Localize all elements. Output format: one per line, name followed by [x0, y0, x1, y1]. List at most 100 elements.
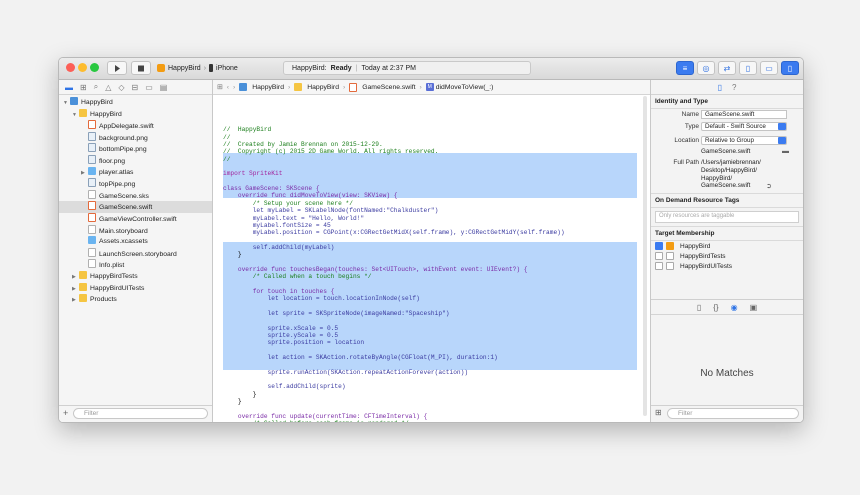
swift-icon — [88, 201, 96, 211]
standard-editor-button[interactable]: ≡ — [676, 61, 694, 75]
file-tree-label: GameViewController.swift — [99, 215, 177, 223]
file-tree-item[interactable]: LaunchScreen.storyboard — [59, 247, 212, 260]
minimize-window-button[interactable] — [78, 63, 87, 72]
back-icon[interactable]: ‹ — [227, 84, 229, 91]
folder-icon — [79, 282, 87, 291]
debug-icon[interactable]: ⊟ — [132, 83, 139, 92]
folder-icon[interactable]: ▬ — [65, 83, 73, 92]
file-tree-item[interactable]: Info.plist — [59, 259, 212, 271]
membership-label: HappyBirdTests — [680, 252, 726, 260]
code-line: override func update(currentTime: CFTime… — [223, 412, 428, 420]
folder-icon — [79, 294, 87, 303]
file-tree-item[interactable]: Main.storyboard — [59, 224, 212, 237]
crumb-group[interactable]: HappyBird — [294, 83, 339, 91]
membership-item[interactable]: HappyBirdTests — [651, 251, 803, 261]
reveal-arrow-icon[interactable]: ➲ — [766, 182, 772, 190]
zoom-window-button[interactable] — [90, 63, 99, 72]
fullpath-line: HappyBird/ — [701, 174, 733, 182]
object-library-icon[interactable]: ◉ — [731, 303, 738, 312]
file-tree-item[interactable]: bottomPipe.png — [59, 143, 212, 155]
location-file: GameScene.swift — [701, 148, 751, 155]
close-window-button[interactable] — [66, 63, 75, 72]
name-field[interactable]: GameScene.swift — [701, 110, 787, 119]
file-tree-item[interactable]: ▼ HappyBird — [59, 108, 212, 121]
warning-icon[interactable]: △ — [105, 83, 111, 92]
file-tree-item[interactable]: ▼ HappyBird — [59, 97, 212, 109]
target-icon — [666, 252, 674, 260]
file-tree-item[interactable]: background.png — [59, 131, 212, 144]
phone-icon — [209, 64, 214, 72]
code-line: let action = SKAction.rotateByAngle(CGFl… — [223, 354, 498, 362]
file-tree-item[interactable]: GameScene.swift — [59, 201, 212, 213]
crumb-file-label: GameScene.swift — [362, 83, 416, 91]
jump-bar: ⊞ ‹ › HappyBird › HappyBird › GameScene.… — [213, 80, 650, 95]
checkbox-icon[interactable] — [655, 262, 663, 270]
right-panel-icon: ▯ — [787, 63, 793, 73]
run-button[interactable] — [107, 61, 127, 75]
search-icon[interactable]: ⌕ — [94, 82, 98, 92]
membership-item[interactable]: HappyBird — [651, 241, 803, 251]
editor-scrollbar[interactable] — [643, 96, 648, 416]
tags-input[interactable]: Only resources are taggable — [655, 211, 799, 223]
file-tree-item[interactable]: floor.png — [59, 154, 212, 167]
symbol-icon[interactable]: ⊞ — [80, 83, 87, 92]
file-tree-item[interactable]: topPipe.png — [59, 178, 212, 190]
folder-icon[interactable]: ▬ — [782, 148, 789, 155]
test-icon[interactable]: ◇ — [118, 83, 124, 92]
membership-item[interactable]: HappyBirdUITests — [651, 261, 803, 271]
checkbox-icon[interactable] — [655, 252, 663, 260]
file-template-icon[interactable]: ▯ — [697, 303, 701, 312]
help-icon[interactable]: ? — [732, 83, 736, 92]
crumb-method[interactable]: MdidMoveToView(_:) — [425, 83, 493, 91]
lines-icon: ≡ — [682, 63, 688, 73]
crumb-project[interactable]: HappyBird — [239, 83, 284, 91]
file-tree-label: GameScene.swift — [99, 204, 153, 212]
code-snippet-icon[interactable]: {} — [713, 303, 718, 312]
utilities-panel: ▯ ? Identity and Type Name GameScene.swi… — [651, 80, 803, 422]
code-editor[interactable]: ⊞ ‹ › HappyBird › HappyBird › GameScene.… — [213, 80, 650, 422]
source-code[interactable]: // HappyBird//// Created by Jamie Brenna… — [213, 95, 650, 422]
toggle-utilities-button[interactable]: ▯ — [781, 61, 799, 75]
assistant-editor-button[interactable]: ◎ — [697, 61, 715, 75]
swift-icon — [88, 120, 96, 130]
file-tree-item[interactable]: ▶ HappyBirdUITests — [59, 282, 212, 295]
file-tree-label: GameScene.sks — [99, 192, 149, 200]
file-tree-item[interactable]: Assets.xcassets — [59, 236, 212, 248]
code-line: // Copyright (c) 2015 2D Game World. All… — [223, 148, 439, 156]
media-library-icon[interactable]: ▣ — [750, 303, 758, 312]
toggle-navigator-button[interactable]: ▯ — [739, 61, 757, 75]
forward-icon[interactable]: › — [233, 84, 235, 91]
status-divider: | — [355, 64, 358, 72]
location-file-row: GameScene.swift ▬ — [651, 147, 803, 159]
breakpoint-icon[interactable]: ▭ — [145, 83, 153, 92]
location-select[interactable]: Relative to Group — [701, 136, 787, 145]
checkbox-checked-icon[interactable] — [655, 242, 663, 250]
file-tree-item[interactable]: GameScene.sks — [59, 189, 212, 202]
code-line: myLabel.position = CGPoint(x:CGRectGetMi… — [223, 229, 565, 237]
related-items-icon[interactable]: ⊞ — [217, 83, 223, 91]
file-tree-item[interactable]: AppDelegate.swift — [59, 120, 212, 132]
file-tree-item[interactable]: ▶ player.atlas — [59, 166, 212, 179]
file-tree-item[interactable]: GameViewController.swift — [59, 212, 212, 225]
file-tree-item[interactable]: ▶ HappyBirdTests — [59, 270, 212, 283]
grid-view-icon[interactable]: ⊞ — [655, 408, 662, 417]
navigator-filter-input[interactable]: Filter — [73, 408, 208, 419]
code-line: /* Setup your scene here */ — [223, 199, 353, 207]
add-icon[interactable]: + — [63, 408, 68, 418]
file-tree-label: HappyBird — [90, 110, 122, 118]
scheme-selector[interactable]: HappyBird › iPhone — [157, 61, 238, 75]
type-select[interactable]: Default - Swift Source — [701, 122, 787, 131]
disclosure-closed-icon[interactable]: ▶ — [72, 295, 79, 307]
bottom-panel-icon: ▭ — [765, 63, 773, 73]
crumb-file[interactable]: GameScene.swift — [349, 82, 416, 92]
file-inspector-icon[interactable]: ▯ — [718, 83, 722, 92]
tags-header: On Demand Resource Tags — [651, 193, 803, 208]
file-tree-item[interactable]: ▶ Products — [59, 294, 212, 306]
library-filter-input[interactable]: Filter — [667, 408, 799, 419]
report-icon[interactable]: ▤ — [160, 83, 168, 92]
version-editor-button[interactable]: ⇄ — [718, 61, 736, 75]
toggle-debug-button[interactable]: ▭ — [760, 61, 778, 75]
stop-button[interactable] — [131, 61, 151, 75]
